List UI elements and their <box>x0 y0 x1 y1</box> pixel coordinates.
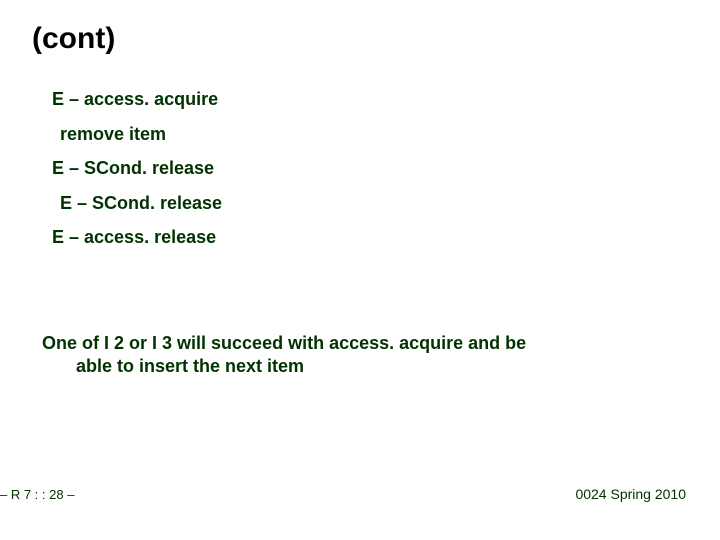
slide: (cont) E – access. acquire remove item E… <box>0 0 720 540</box>
body-line-3: E – SCond. release <box>52 157 672 180</box>
body-line-5: E – access. release <box>52 226 672 249</box>
footer-right: 0024 Spring 2010 <box>575 486 686 502</box>
slide-title: (cont) <box>32 22 115 56</box>
body-line-1: E – access. acquire <box>52 88 672 111</box>
paragraph-line-1: One of I 2 or I 3 will succeed with acce… <box>42 333 526 353</box>
footer-left: – R 7 : : 28 – <box>0 487 74 502</box>
body-block: E – access. acquire remove item E – SCon… <box>52 88 672 261</box>
paragraph: One of I 2 or I 3 will succeed with acce… <box>42 332 682 379</box>
body-line-4: E – SCond. release <box>60 192 672 215</box>
body-line-2: remove item <box>60 123 672 146</box>
paragraph-line-2: able to insert the next item <box>42 355 682 378</box>
